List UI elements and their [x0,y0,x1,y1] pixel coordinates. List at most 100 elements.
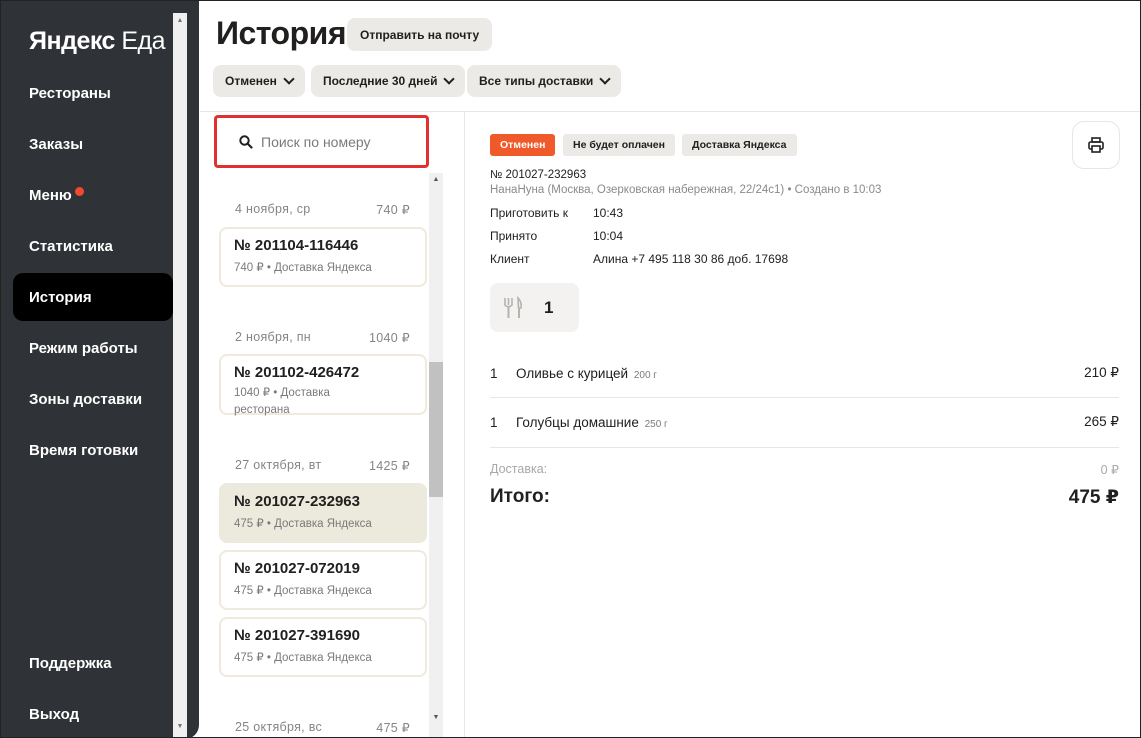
field-label: Принято [490,229,538,243]
sidebar-item-work-mode[interactable]: Режим работы [13,324,173,372]
search-icon [239,134,253,149]
send-to-email-button[interactable]: Отправить на почту [347,18,493,51]
order-number: № 201027-232963 [234,493,360,510]
field-value: 10:43 [593,206,624,220]
cutlery-counter: 1 [490,283,579,332]
total-row: Итого: 475 ₽ [490,486,1119,509]
period-filter-value: Последние 30 дней [323,74,438,88]
delivery-label: Доставка: [490,462,548,476]
orders-list-scrollbar[interactable]: ▲ ▼ [429,173,443,737]
order-item-row: 1 Голубцы домашние 250 г 265 ₽ [490,410,1119,434]
page-title: История [216,15,346,51]
item-name: Голубцы домашние [516,414,639,430]
scroll-up-arrow-icon[interactable]: ▲ [432,176,440,184]
day-total: 1425 ₽ [368,459,410,473]
sidebar-item-label: Зоны доставки [29,390,143,408]
item-divider [490,447,1119,448]
order-subtitle: 740 ₽ • Доставка Яндекса [234,262,372,274]
order-subtitle: 475 ₽ • Доставка Яндекса [234,652,372,664]
order-subtitle: 1040 ₽ • Доставка ресторана [234,387,330,416]
day-total: 1040 ₽ [368,331,410,345]
order-card[interactable]: № 201102-426472 1040 ₽ • Доставка рестор… [219,354,427,416]
day-header: 25 октября, вс 475 ₽ [235,720,410,735]
day-header: 4 ноября, ср 740 ₽ [235,202,410,217]
delivery-type-filter-dropdown[interactable]: Все типы доставки [467,65,622,97]
payment-badge: Не будет оплачен [563,134,675,156]
printer-icon [1088,137,1104,153]
sidebar: Яндекс Еда Рестораны Заказы Меню Статист… [1,1,199,737]
day-date: 4 ноября, ср [235,202,311,216]
status-filter-dropdown[interactable]: Отменен [213,65,305,97]
day-header: 27 октября, вт 1425 ₽ [235,458,410,473]
search-placeholder: Поиск по номеру [261,133,371,150]
app-window: Яндекс Еда Рестораны Заказы Меню Статист… [0,0,1141,738]
delivery-type-filter-value: Все типы доставки [479,74,594,88]
item-qty: 1 [490,414,498,430]
chevron-down-icon [283,72,295,85]
scroll-up-arrow-icon[interactable]: ▲ [176,17,184,25]
field-value-client: Алина +7 495 118 30 86 доб. 17698 [593,252,789,266]
period-filter-dropdown[interactable]: Последние 30 дней [311,65,466,97]
item-divider [490,397,1119,398]
day-date: 2 ноября, пн [235,330,312,344]
logo-bold-text: Яндекс [29,27,115,55]
notification-dot [74,186,84,196]
item-price: 210 ₽ [1084,365,1119,380]
sidebar-item-support[interactable]: Поддержка [13,639,173,687]
sidebar-item-label: Рестораны [29,84,111,102]
header-divider [200,111,1140,112]
total-label: Итого: [490,486,550,507]
sidebar-item-menu[interactable]: Меню [13,171,173,219]
order-card[interactable]: № 201104-116446 740 ₽ • Доставка Яндекса [219,227,427,287]
day-date: 25 октября, вс [235,720,323,734]
order-subtitle: 475 ₽ • Доставка Яндекса [234,518,372,530]
scroll-down-arrow-icon[interactable]: ▼ [176,723,184,731]
order-subtitle: 475 ₽ • Доставка Яндекса [234,585,372,597]
print-button[interactable] [1072,121,1120,169]
sidebar-item-restaurants[interactable]: Рестораны [13,69,173,117]
sidebar-item-label: Поддержка [29,654,112,672]
sidebar-item-statistics[interactable]: Статистика [13,222,173,270]
field-value: 10:04 [593,229,624,243]
order-card[interactable]: № 201027-391690 475 ₽ • Доставка Яндекса [219,617,427,677]
detail-order-number: № 201027-232963 [490,169,587,181]
item-qty: 1 [490,365,498,381]
detail-restaurant-line: НанаНуна (Москва, Озерковская набережная… [490,184,882,196]
delivery-cost-row: Доставка: 0 ₽ [490,462,1119,477]
logo-rest-text: Еда [114,27,166,55]
sidebar-item-delivery-zones[interactable]: Зоны доставки [13,375,173,423]
search-input[interactable]: Поиск по номеру [214,115,429,168]
delivery-price: 0 ₽ [1100,463,1119,477]
order-card-selected[interactable]: № 201027-232963 475 ₽ • Доставка Яндекса [219,483,427,543]
scroll-down-arrow-icon[interactable]: ▼ [432,714,440,722]
item-price: 265 ₽ [1084,414,1119,429]
item-weight: 200 г [633,369,657,381]
sidebar-scrollbar[interactable]: ▲ ▼ [173,13,187,737]
item-name-wrap: Голубцы домашние 250 г [516,415,1084,430]
order-number: № 201102-426472 [234,364,360,381]
day-date: 27 октября, вт [235,458,322,472]
sidebar-item-label: Время готовки [29,441,139,459]
cutlery-icon [503,295,522,318]
status-badge-cancelled: Отменен [490,134,556,156]
sidebar-item-orders[interactable]: Заказы [13,120,173,168]
order-item-row: 1 Оливье с курицей 200 г 210 ₽ [490,361,1119,385]
sidebar-item-history[interactable]: История [13,273,173,321]
order-card[interactable]: № 201027-072019 475 ₽ • Доставка Яндекса [219,550,427,610]
sidebar-item-label: Заказы [29,135,84,153]
chevron-down-icon [443,72,456,85]
item-name: Оливье с курицей [516,365,629,381]
sidebar-item-logout[interactable]: Выход [13,690,173,737]
sidebar-item-cooking-time[interactable]: Время готовки [13,426,173,474]
sidebar-item-label: Выход [29,705,80,723]
item-weight: 250 г [644,418,668,430]
item-name-wrap: Оливье с курицей 200 г [516,366,1084,381]
order-number: № 201027-391690 [234,627,360,644]
orders-list: 4 ноября, ср 740 ₽ № 201104-116446 740 ₽ … [200,173,445,737]
scrollbar-thumb[interactable] [429,362,443,497]
field-label: Приготовить к [490,206,568,220]
chevron-down-icon [599,72,611,85]
day-header: 2 ноября, пн 1040 ₽ [235,330,410,345]
logo[interactable]: Яндекс Еда [29,27,166,56]
delivery-badge: Доставка Яндекса [682,134,797,156]
